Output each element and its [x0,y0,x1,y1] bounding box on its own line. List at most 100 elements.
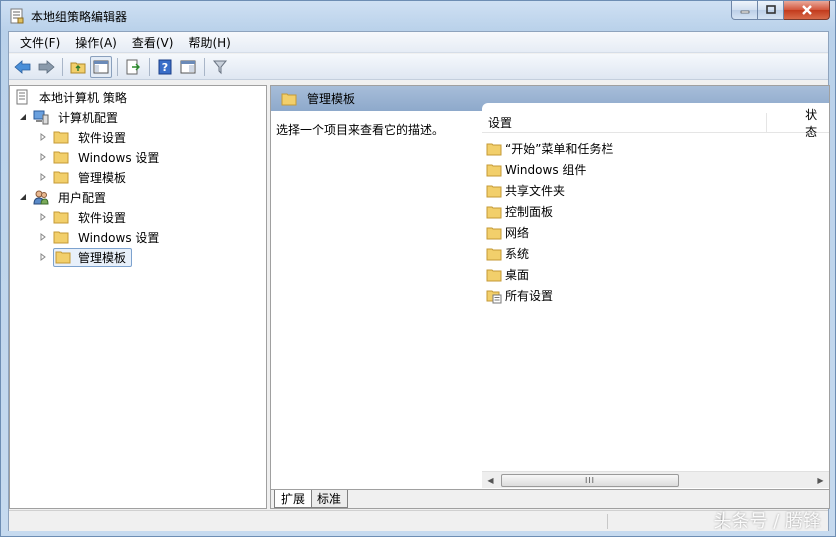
details-title: 管理模板 [307,92,356,106]
toolbar-separator [204,57,205,76]
menu-file[interactable]: 文件(F) [13,32,67,53]
folder-icon [486,141,502,157]
expand-triangle-icon[interactable] [38,172,48,182]
menu-action[interactable]: 操作(A) [68,32,124,53]
column-label: 状态 [805,107,818,139]
list-item[interactable]: 网络 [482,222,822,243]
close-button[interactable] [784,1,830,20]
list-item-label: 网络 [505,226,530,240]
maximize-button[interactable] [758,1,784,20]
column-label: 设置 [488,116,513,130]
forward-button[interactable] [35,56,57,78]
list-item[interactable]: 桌面 [482,264,822,285]
title-bar[interactable]: 本地组策略编辑器 [1,1,835,31]
tab-extended[interactable]: 扩展 [274,490,313,508]
tree-item-computer-config[interactable]: 计算机配置 [18,107,124,127]
help-button[interactable]: ? [154,56,176,78]
list-item[interactable]: Windows 组件 [482,159,822,180]
tree-item-user-windows[interactable]: Windows 设置 [38,227,165,247]
list-item-label: Windows 组件 [505,163,587,177]
tree-item-label: Windows 设置 [78,230,160,245]
forward-arrow-icon [38,59,55,74]
scroll-thumb[interactable]: III [501,474,679,487]
status-divider [607,514,608,529]
description-area: 选择一个项目来查看它的描述。 [271,111,482,489]
action-pane-icon [180,60,196,73]
scroll-right-icon[interactable]: ▶ [812,472,829,489]
column-header-state[interactable]: 状态 [767,108,829,139]
list-item-label: 所有设置 [505,289,554,303]
folder-icon [486,225,502,241]
minimize-button[interactable] [731,1,758,20]
tree-item-computer-windows[interactable]: Windows 设置 [38,147,165,167]
list-item[interactable]: 所有设置 [482,285,822,306]
folder-icon [486,183,502,199]
list-item-label: 系统 [505,247,530,261]
policy-editor-icon [9,8,25,24]
list-item[interactable]: 共享文件夹 [482,180,822,201]
folder-icon [486,162,502,178]
tree-item-user-admin-templates[interactable]: 管理模板 [38,247,133,267]
folder-icon [486,204,502,220]
folder-icon [53,209,69,225]
scroll-left-icon[interactable]: ◀ [482,472,499,489]
folder-icon [281,92,297,106]
tree-item-root[interactable]: 本地计算机 策略 [14,87,133,107]
filter-button[interactable] [209,56,231,78]
horizontal-scrollbar[interactable]: ◀ III ▶ [482,471,829,488]
client-area: 文件(F) 操作(A) 查看(V) 帮助(H) ? 本地计算机 策略 计算机配置… [8,31,830,531]
export-list-button[interactable] [122,56,144,78]
selection-highlight: 管理模板 [53,247,133,267]
list-item-label: 桌面 [505,268,530,282]
folder-icon [486,246,502,262]
expand-triangle-icon[interactable] [38,252,48,262]
tree-item-user-software[interactable]: 软件设置 [38,207,132,227]
tree-item-label: Windows 设置 [78,150,160,165]
list-item[interactable]: 系统 [482,243,822,264]
list-item[interactable]: 控制面板 [482,201,822,222]
console-tree-icon [93,60,109,73]
tree-item-label: 管理模板 [78,170,127,185]
collapse-triangle-icon[interactable] [18,192,28,202]
expand-triangle-icon[interactable] [38,232,48,242]
description-text: 选择一个项目来查看它的描述。 [276,123,445,137]
tree-item-computer-software[interactable]: 软件设置 [38,127,132,147]
tree-item-label: 本地计算机 策略 [39,90,127,105]
tab-standard[interactable]: 标准 [310,490,349,508]
tree-item-user-config[interactable]: 用户配置 [18,187,112,207]
menu-help[interactable]: 帮助(H) [181,32,237,53]
watermark-text: 头条号 / 腾锋 [713,511,821,532]
collapse-triangle-icon[interactable] [18,112,28,122]
column-header-settings[interactable]: 设置 [482,113,768,132]
expand-triangle-icon[interactable] [38,212,48,222]
expand-triangle-icon[interactable] [38,132,48,142]
settings-list: 设置 状态 “开始”菜单和任务栏 Windows 组件 共享文件夹 控制面板 网… [482,103,829,489]
help-icon: ? [158,59,172,74]
minimize-icon [740,10,749,14]
up-level-button[interactable] [67,56,89,78]
export-icon [126,59,140,74]
details-pane: 管理模板 选择一个项目来查看它的描述。 设置 状态 “开始”菜单和任务栏 Win… [270,85,830,509]
status-bar [9,510,828,531]
list-item[interactable]: “开始”菜单和任务栏 [482,138,822,159]
tab-label: 扩展 [281,492,306,506]
back-button[interactable] [12,56,34,78]
tree-item-computer-admin-templates[interactable]: 管理模板 [38,167,132,187]
back-arrow-icon [14,59,31,74]
folder-icon [53,129,69,145]
folder-icon [55,249,71,265]
folder-icon [53,169,69,185]
list-item-label: 控制面板 [505,205,554,219]
toolbar-separator [149,57,150,76]
expand-triangle-icon[interactable] [38,152,48,162]
show-hide-tree-button[interactable] [90,55,112,78]
filter-icon [212,60,228,74]
policy-document-icon [14,89,30,105]
menu-view[interactable]: 查看(V) [125,32,181,53]
users-icon [33,189,49,205]
tab-label: 标准 [317,492,342,506]
menu-bar: 文件(F) 操作(A) 查看(V) 帮助(H) [9,32,828,53]
view-tabs: 扩展 标准 [271,489,829,508]
show-hide-action-pane-button[interactable] [177,56,199,78]
folder-up-icon [70,62,86,73]
